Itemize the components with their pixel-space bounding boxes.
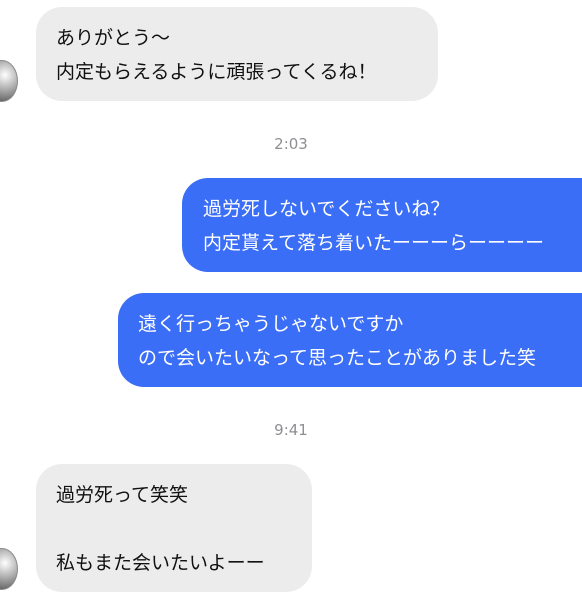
- message-text-line: 私もまた会いたいよーー: [56, 552, 265, 574]
- message-text-line: 過労死しないでくださいね？: [203, 198, 450, 220]
- contact-avatar[interactable]: [0, 60, 18, 102]
- message-timestamp: 9:41: [274, 421, 308, 439]
- outgoing-message-bubble[interactable]: 遠く行っちゃうじゃないですか ので会いたいなって思ったことがありました笑: [118, 293, 582, 387]
- incoming-message-bubble[interactable]: ありがとう〜 内定もらえるように頑張ってくるね！: [36, 7, 438, 101]
- message-text-line: 内定もらえるように頑張ってくるね！: [56, 61, 377, 83]
- outgoing-message-bubble[interactable]: 過労死しないでくださいね？ 内定貰えて落ち着いたーーーらーーーー: [182, 178, 582, 272]
- incoming-message-bubble[interactable]: 過労死って笑笑 私もまた会いたいよーー: [36, 464, 312, 592]
- contact-avatar[interactable]: [0, 548, 18, 590]
- message-text-line: ので会いたいなって思ったことがありました笑: [138, 347, 537, 369]
- message-text-line: 過労死って笑笑: [56, 484, 189, 506]
- message-timestamp: 2:03: [274, 135, 308, 153]
- message-text-line: 遠く行っちゃうじゃないですか: [138, 313, 404, 335]
- message-text-line: ありがとう〜: [56, 27, 171, 49]
- message-text-line: 内定貰えて落ち着いたーーーらーーーー: [203, 232, 545, 254]
